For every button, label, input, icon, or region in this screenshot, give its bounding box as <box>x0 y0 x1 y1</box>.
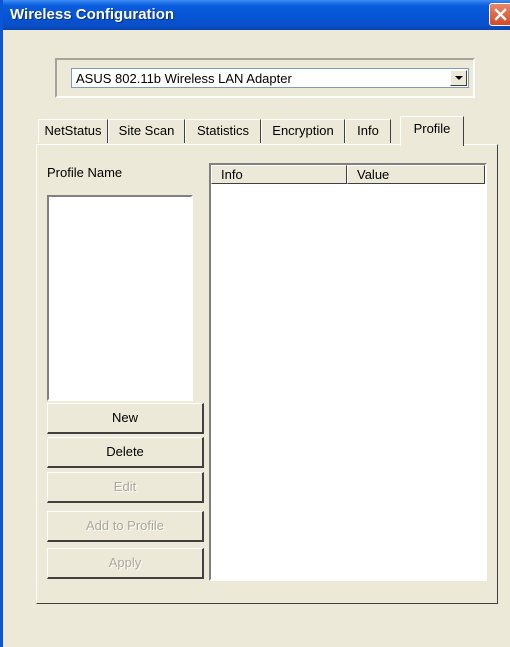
wireless-config-window: Wireless Configuration ASUS 802.11b Wire… <box>0 0 510 647</box>
column-header-value[interactable]: Value <box>347 165 485 184</box>
edit-button[interactable]: Edit <box>47 472 204 503</box>
tab-site-scan[interactable]: Site Scan <box>108 119 185 143</box>
tab-netstatus[interactable]: NetStatus <box>38 119 108 143</box>
column-header-info[interactable]: Info <box>211 165 347 184</box>
add-to-profile-button[interactable]: Add to Profile <box>47 511 204 542</box>
window-title: Wireless Configuration <box>10 6 175 23</box>
dropdown-arrow-button[interactable] <box>450 70 467 86</box>
delete-button[interactable]: Delete <box>47 437 204 468</box>
chevron-down-icon <box>454 76 463 80</box>
title-bar[interactable]: Wireless Configuration <box>3 0 510 30</box>
profile-name-label: Profile Name <box>47 165 123 180</box>
tab-encryption[interactable]: Encryption <box>261 119 345 143</box>
close-icon <box>494 8 507 21</box>
close-button[interactable] <box>489 3 510 26</box>
tab-statistics[interactable]: Statistics <box>185 119 261 143</box>
apply-button[interactable]: Apply <box>47 548 204 579</box>
adapter-group: ASUS 802.11b Wireless LAN Adapter <box>55 58 475 98</box>
adapter-selected: ASUS 802.11b Wireless LAN Adapter <box>76 71 292 86</box>
new-button[interactable]: New <box>47 403 204 434</box>
adapter-dropdown[interactable]: ASUS 802.11b Wireless LAN Adapter <box>71 68 469 88</box>
profile-panel: Profile Name New Delete Edit Add to Prof… <box>36 144 498 604</box>
profile-list[interactable] <box>47 195 193 401</box>
profile-info-table[interactable]: Info Value <box>209 163 487 581</box>
tab-info[interactable]: Info <box>345 119 391 143</box>
tab-profile[interactable]: Profile <box>400 116 464 146</box>
